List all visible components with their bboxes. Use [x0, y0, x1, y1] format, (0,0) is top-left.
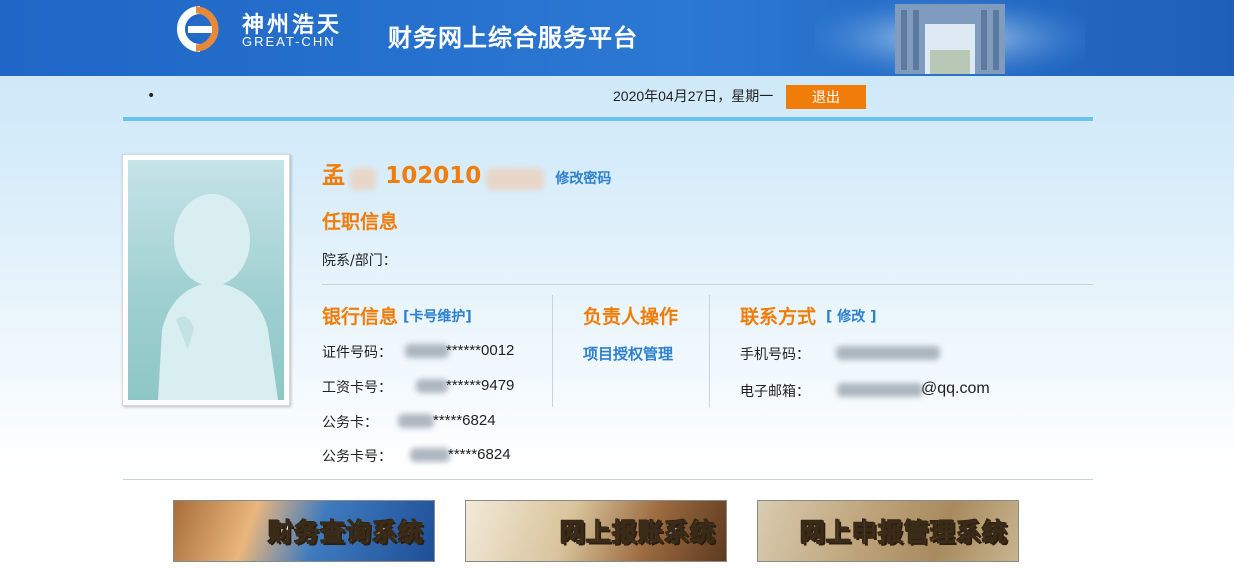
finance-query-banner[interactable]: 财务查询系统 — [173, 500, 435, 562]
avatar-image — [128, 160, 284, 400]
official-card-value: *****6824 — [433, 412, 496, 429]
id-redaction — [486, 167, 545, 190]
change-password-link[interactable]: 修改密码 — [555, 171, 611, 187]
value-redaction — [416, 379, 448, 393]
official-card-label: 公务卡： — [322, 415, 378, 431]
official-card-no-label: 公务卡号： — [322, 449, 392, 465]
email-label: 电子邮箱： — [740, 384, 810, 400]
divider — [322, 284, 1093, 285]
divider — [123, 479, 1093, 480]
expense-report-banner[interactable]: 网上报账系统 — [465, 500, 727, 562]
profile-name-row: 孟 102010 修改密码 — [322, 156, 611, 190]
building-image — [815, 0, 1085, 76]
card-maintain-link[interactable]: [卡号维护] — [403, 306, 472, 326]
value-redaction — [410, 448, 450, 462]
divider-blue — [123, 117, 1093, 121]
user-name: 孟 — [322, 163, 345, 189]
salary-card-label: 工资卡号： — [322, 380, 392, 396]
user-id: 102010 — [385, 163, 482, 189]
official-card-no-value: *****6824 — [448, 446, 511, 463]
value-redaction — [405, 344, 449, 358]
bullet: • — [147, 88, 156, 104]
logo-text-en: GREAT-CHN — [242, 34, 336, 49]
value-redaction — [398, 414, 434, 428]
header-bar: 神州浩天 GREAT-CHN 财务网上综合服务平台 — [0, 0, 1234, 76]
contact-title: 联系方式 — [740, 306, 817, 328]
person-silhouette-icon — [158, 194, 278, 400]
contact-edit-link[interactable]: [ 修改 ] — [826, 306, 877, 326]
page-title: 财务网上综合服务平台 — [388, 24, 638, 52]
declaration-banner[interactable]: 网上申报管理系统 — [757, 500, 1019, 562]
phone-label: 手机号码： — [740, 347, 810, 363]
manager-title: 负责人操作 — [583, 306, 679, 328]
logout-button[interactable]: 退出 — [786, 85, 866, 109]
position-title: 任职信息 — [322, 211, 399, 233]
banner-label: 网上报账系统 — [559, 518, 716, 548]
banner-label: 网上申报管理系统 — [799, 518, 1008, 548]
logo-mark-icon — [177, 6, 219, 52]
phone-redaction — [836, 346, 940, 360]
dept-label: 院系/部门： — [322, 253, 397, 269]
email-value: @qq.com — [921, 380, 990, 397]
id-number-value: ******0012 — [446, 342, 515, 359]
info-bar: • 2020年04月27日，星期一 退出 — [123, 80, 1093, 116]
id-number-label: 证件号码： — [322, 345, 392, 361]
column-divider — [709, 295, 710, 407]
email-redaction — [837, 383, 923, 397]
current-date: 2020年04月27日，星期一 — [613, 88, 774, 104]
column-divider — [552, 295, 553, 407]
banner-label: 财务查询系统 — [267, 518, 424, 548]
salary-card-value: ******9479 — [446, 377, 515, 394]
bank-title: 银行信息 — [322, 306, 399, 328]
project-auth-link[interactable]: 项目授权管理 — [583, 343, 673, 364]
logo: 神州浩天 GREAT-CHN — [166, 6, 371, 52]
name-redaction — [350, 167, 377, 190]
avatar — [122, 154, 290, 406]
